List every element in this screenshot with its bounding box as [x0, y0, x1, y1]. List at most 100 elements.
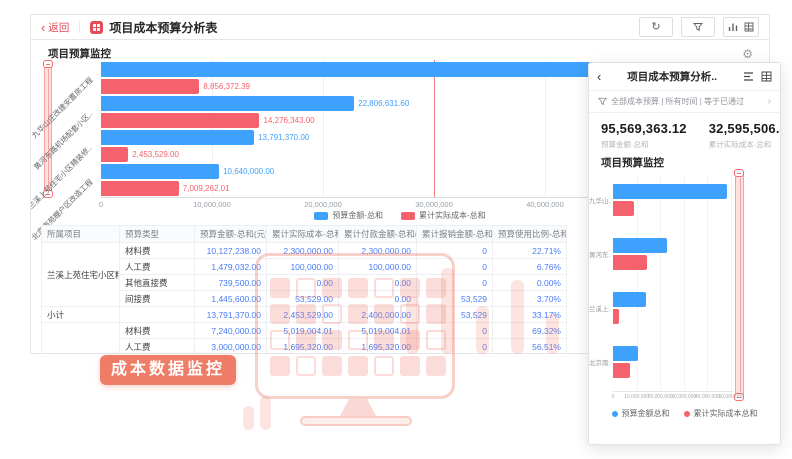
gridline — [545, 60, 546, 197]
value-cell[interactable]: 0 — [417, 243, 493, 259]
value-cell[interactable]: 1,695,320.00 — [339, 339, 417, 355]
kpi-label: 预算金额·总和 — [601, 139, 687, 150]
legend-item[interactable]: 预算金额总和 — [612, 408, 670, 419]
actual-bar — [613, 201, 634, 216]
value-cell[interactable]: 5,019,004.01 — [267, 323, 339, 339]
value-cell[interactable]: 0 — [417, 339, 493, 355]
datazoom-handle-top[interactable] — [734, 169, 744, 177]
value-axis: 010,000,00020,000,00030,000,00040,000,00… — [101, 200, 631, 210]
gridline — [660, 176, 661, 391]
value-cell[interactable]: 100,000.00 — [267, 259, 339, 275]
table-row: 材料费7,240,000.005,019,004.015,019,004.010… — [42, 323, 567, 339]
filter-button[interactable] — [681, 17, 715, 37]
table-row: 小计 13,791,370.002,453,529.002,400,000.005… — [42, 307, 567, 323]
legend-item[interactable]: 累计实际成本-总和 — [401, 210, 486, 221]
bar-chart-plot: 8,856,372.3922,806,631.6014,276,343.0013… — [101, 60, 631, 198]
value-cell[interactable]: 0 — [417, 323, 493, 339]
value-cell[interactable]: 53,529.00 — [267, 291, 339, 307]
value-cell[interactable]: 1,479,032.00 — [195, 259, 267, 275]
refresh-icon: ↻ — [651, 22, 660, 33]
kpi-value: 95,569,363.12 — [601, 121, 687, 136]
back-button[interactable]: ‹ 返回 — [41, 20, 69, 35]
axis-tick-label: 20,000,000 — [283, 200, 363, 209]
divider — [79, 21, 80, 33]
budget-type-cell — [120, 307, 195, 323]
table-row: 间接费1,445,600.0053,529.000.0053,5293.70% — [42, 291, 567, 307]
kpi-budget: 95,569,363.12 预算金额·总和 — [601, 121, 687, 150]
table-row: 兰溪上苑住宅小区精装修第..材料费10,127,238.002,300,000.… — [42, 243, 567, 259]
value-cell[interactable]: 2,300,000.00 — [267, 243, 339, 259]
value-cell[interactable]: 739,500.00 — [195, 275, 267, 291]
budget-bar — [613, 184, 727, 199]
legend-item[interactable]: 累计实际成本总和 — [684, 408, 758, 419]
value-cell[interactable]: 1,445,600.00 — [195, 291, 267, 307]
gridline — [707, 176, 708, 391]
category-label: 九华山.. — [589, 195, 610, 205]
watermark-pixel — [322, 356, 342, 376]
value-cell[interactable]: 3.70% — [493, 291, 567, 307]
view-toggle-button[interactable] — [723, 17, 759, 37]
value-cell[interactable]: 33.17% — [493, 307, 567, 323]
value-cell[interactable]: 10,127,238.00 — [195, 243, 267, 259]
budget-bar — [101, 164, 219, 179]
budget-type-cell: 间接费 — [120, 291, 195, 307]
value-cell[interactable]: 2,400,000.00 — [339, 307, 417, 323]
value-cell[interactable]: 2,300,000.00 — [339, 243, 417, 259]
value-cell[interactable]: 69.32% — [493, 323, 567, 339]
gear-icon[interactable]: ⚙ — [742, 48, 753, 60]
value-cell[interactable]: 56.51% — [493, 339, 567, 355]
bar-chart-icon — [728, 22, 738, 32]
column-header: 累计实际成本-总和(元) — [267, 226, 339, 243]
budget-type-cell: 人工费 — [120, 259, 195, 275]
back-chevron-icon: ‹ — [41, 21, 45, 34]
value-cell[interactable]: 1,695,320.00 — [267, 339, 339, 355]
value-cell[interactable]: 7,240,000.00 — [195, 323, 267, 339]
bar-value-label: 13,791,370.00 — [258, 130, 309, 145]
value-cell[interactable]: 22.71% — [493, 243, 567, 259]
page-title: 项目成本预算分析表 — [109, 19, 217, 36]
value-cell[interactable]: 3,000,000.00 — [195, 339, 267, 355]
table-grid-icon[interactable] — [761, 71, 772, 82]
actual-bar — [613, 309, 619, 324]
category-label: 兰溪上.. — [589, 303, 610, 313]
kpi-actual-cost: 32,595,506.40 累计实际成本·总和 — [709, 121, 781, 150]
value-cell[interactable]: 53,529 — [417, 291, 493, 307]
kpi-value: 32,595,506.40 — [709, 121, 781, 136]
chart-list-icon[interactable] — [743, 71, 754, 82]
value-cell[interactable]: 0 — [417, 275, 493, 291]
value-cell[interactable]: 53,529 — [417, 307, 493, 323]
gridline — [684, 176, 685, 391]
bar-value-label: 2,453,529.00 — [132, 147, 179, 162]
axis-line — [613, 391, 733, 392]
value-cell[interactable]: 13,791,370.00 — [195, 307, 267, 323]
value-cell[interactable]: 0.00 — [339, 275, 417, 291]
panel-header-icons — [743, 71, 772, 82]
refresh-button[interactable]: ↻ — [639, 17, 673, 37]
legend-item[interactable]: 预算金额-总和 — [314, 210, 383, 221]
value-cell[interactable]: 0.00 — [339, 291, 417, 307]
threshold-line — [434, 60, 435, 197]
axis-tick-label: 50,000,000 — [718, 394, 743, 400]
cost-monitoring-stamp: 成本数据监控 — [100, 355, 236, 385]
panel-filter-bar[interactable]: 全部成本预算 | 所有时间 | 等于已通过 › — [589, 91, 780, 113]
value-cell[interactable]: 100,000.00 — [339, 259, 417, 275]
bar-value-label: 7,009,262.01 — [183, 181, 230, 196]
budget-bar — [613, 238, 667, 253]
value-cell[interactable]: 0.00% — [493, 275, 567, 291]
value-cell[interactable]: 5,019,004.01 — [339, 323, 417, 339]
value-cell[interactable]: 6.76% — [493, 259, 567, 275]
mobile-preview-panel: ‹ 项目成本预算分析.. 全部成本预算 | 所有时间 | 等于已通过 › 95,… — [588, 62, 781, 445]
project-cell: 小计 — [42, 307, 120, 323]
funnel-icon — [693, 22, 703, 32]
datazoom-track — [740, 178, 741, 392]
funnel-icon — [598, 97, 607, 106]
table-row: 人工费3,000,000.001,695,320.001,695,320.000… — [42, 339, 567, 355]
value-cell[interactable]: 2,453,529.00 — [267, 307, 339, 323]
datazoom-slider[interactable] — [735, 171, 744, 399]
axis-tick-label: 30,000,000 — [671, 394, 696, 400]
axis-tick-label: 20,000,000 — [648, 394, 673, 400]
value-cell[interactable]: 0 — [417, 259, 493, 275]
value-cell[interactable]: 0.00 — [267, 275, 339, 291]
legend-dot — [612, 411, 618, 417]
axis-tick-label: 40,000,000 — [695, 394, 720, 400]
